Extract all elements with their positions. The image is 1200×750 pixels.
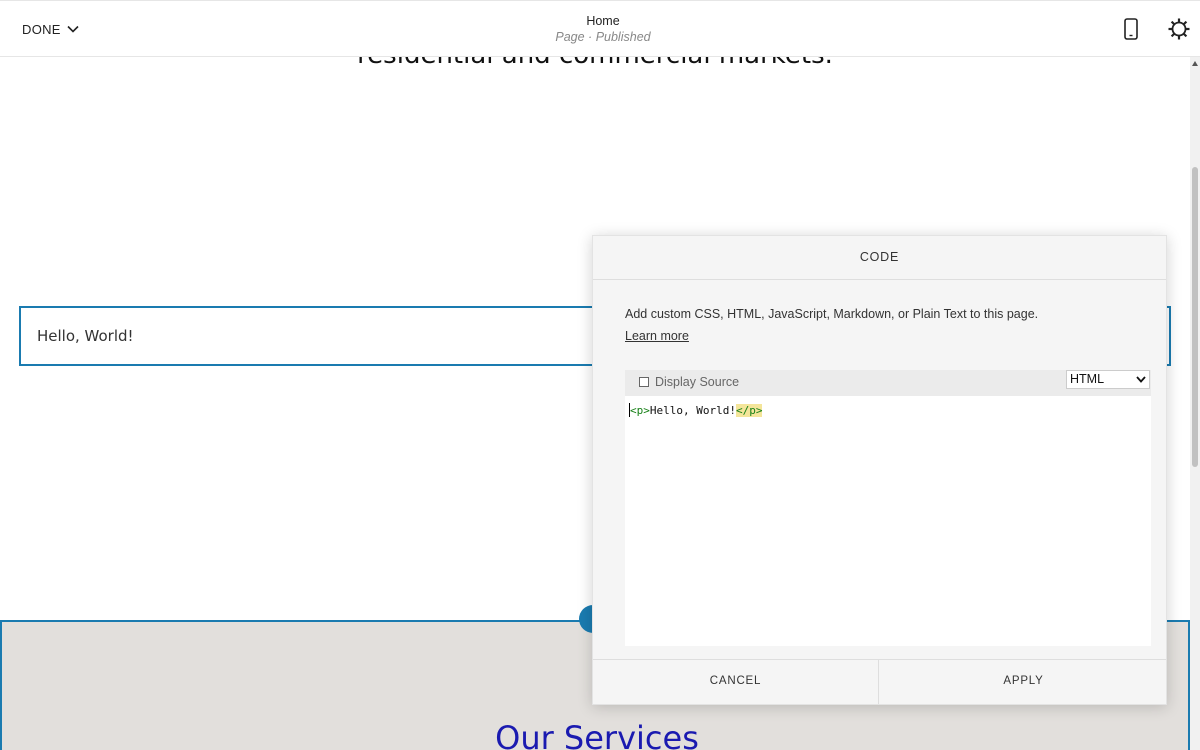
dialog-description: Add custom CSS, HTML, JavaScript, Markdo… [625, 307, 1039, 321]
code-close-tag: </p> [735, 404, 763, 417]
cancel-button[interactable]: CANCEL [593, 660, 879, 704]
code-mode-value: HTML [1070, 372, 1105, 386]
code-editor[interactable]: <p>Hello, World!</p> [625, 396, 1151, 646]
code-content: Hello, World! [649, 404, 736, 417]
page-info[interactable]: Home Page · Published [500, 13, 706, 46]
scroll-up-arrow-icon[interactable] [1191, 60, 1199, 68]
code-mode-select[interactable]: HTML [1066, 370, 1150, 389]
code-dialog: CODE Add custom CSS, HTML, JavaScript, M… [592, 235, 1167, 705]
chevron-down-icon [67, 25, 79, 33]
dialog-footer: CANCEL APPLY [593, 659, 1166, 704]
display-source-toggle[interactable]: Display Source [639, 375, 739, 389]
dialog-title: CODE [593, 236, 1166, 280]
mobile-preview-icon[interactable] [1120, 17, 1142, 41]
done-button[interactable]: DONE [22, 19, 79, 39]
chevron-down-icon [1136, 376, 1146, 383]
scrollbar-thumb[interactable] [1192, 167, 1198, 467]
learn-more-link[interactable]: Learn more [625, 328, 689, 344]
display-source-label: Display Source [655, 375, 740, 389]
text-block-content: Hello, World! [37, 327, 134, 345]
editor-toolbar: Display Source HTML [625, 370, 1151, 396]
services-heading: Our Services [495, 719, 699, 750]
page-scrollbar[interactable] [1190, 57, 1200, 750]
page-status: Page · Published [555, 30, 651, 44]
done-label: DONE [22, 21, 61, 37]
editor-topbar: DONE Home Page · Published [0, 0, 1200, 57]
apply-button[interactable]: APPLY [880, 660, 1167, 704]
page-title: Home [586, 14, 620, 28]
code-open-tag: <p> [630, 404, 650, 417]
gear-icon[interactable] [1166, 16, 1192, 42]
display-source-checkbox[interactable] [639, 377, 649, 387]
code-line: <p>Hello, World!</p> [629, 403, 763, 417]
